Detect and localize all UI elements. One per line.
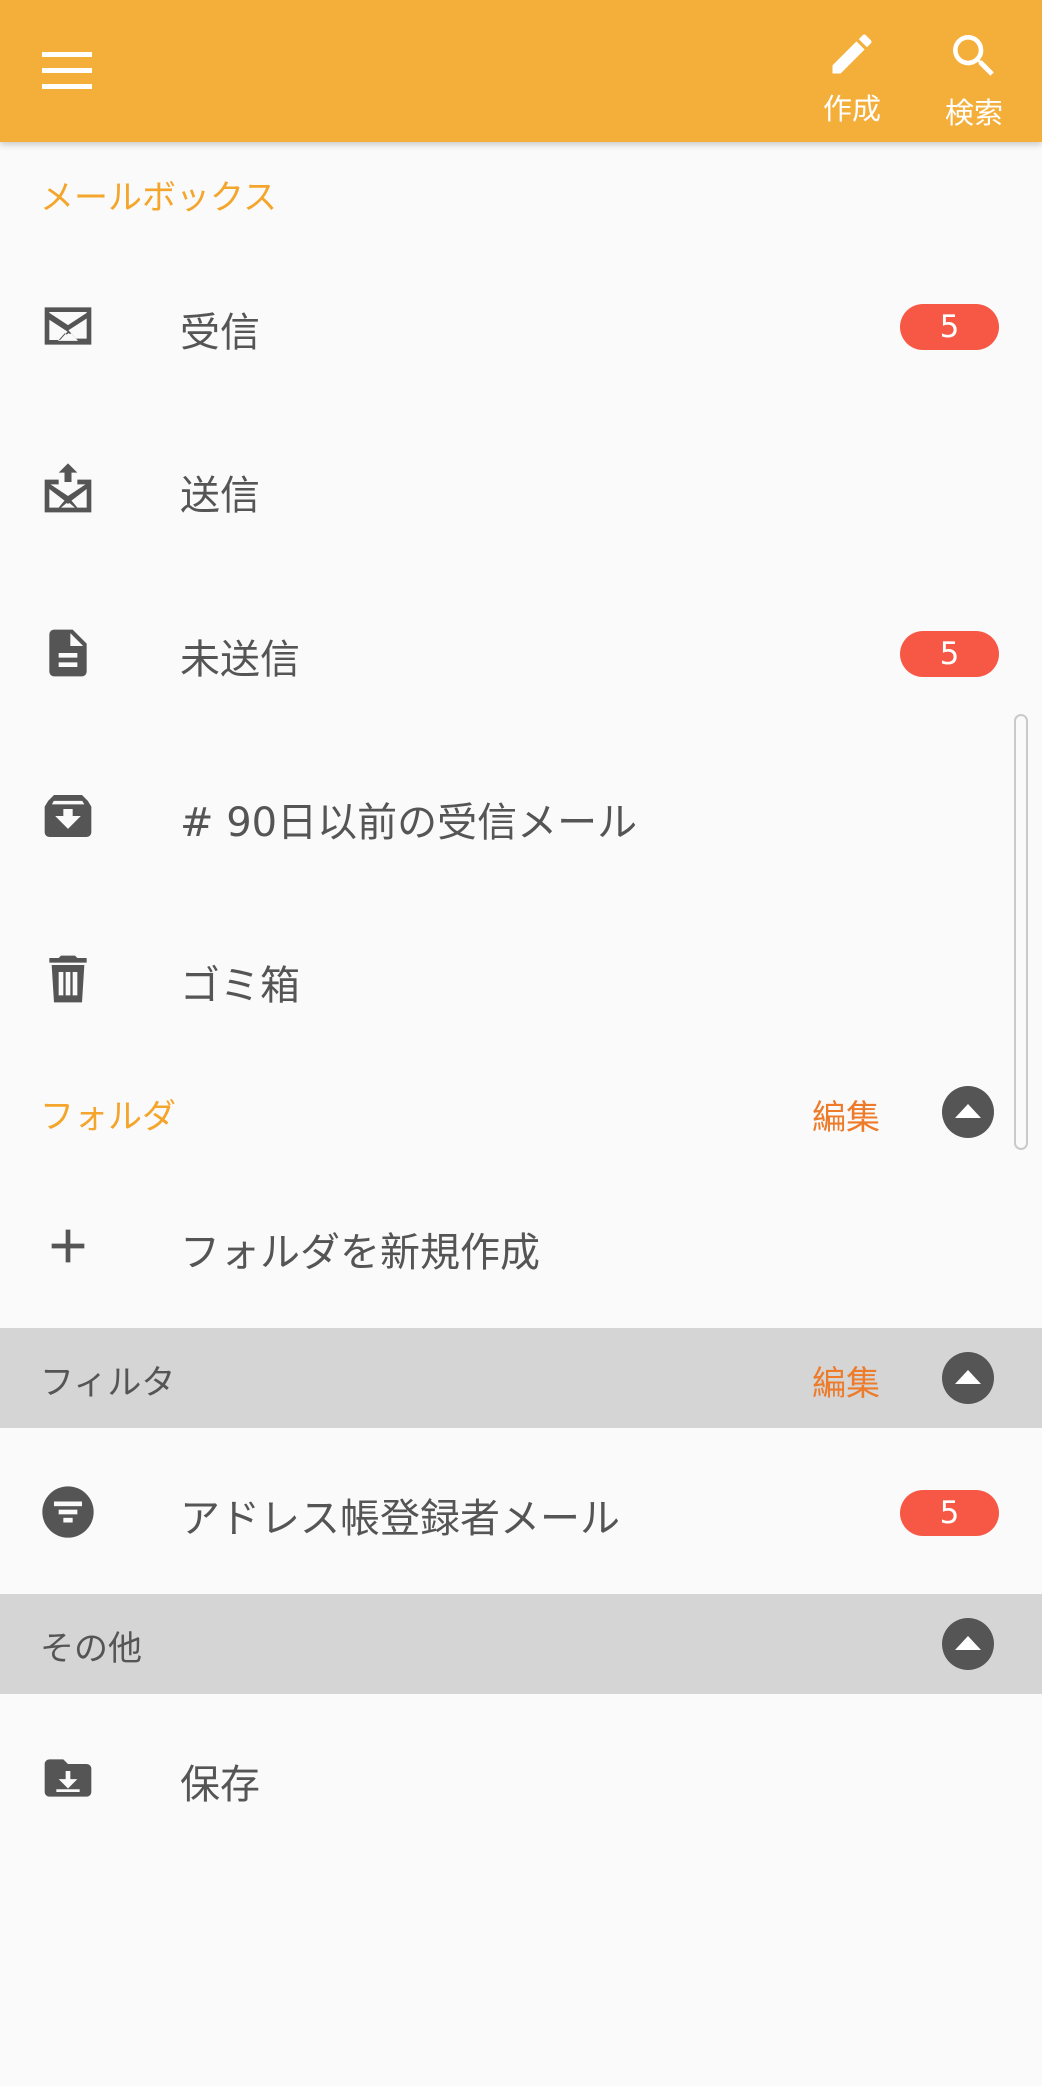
save-download-icon xyxy=(44,1759,92,1797)
scrollbar[interactable] xyxy=(1014,714,1028,1150)
folder-section-header: フォルダ 編集 xyxy=(0,1062,1042,1162)
filter-section-header: フィルタ 編集 xyxy=(0,1328,1042,1428)
mailbox-item-label: 受信 xyxy=(180,310,260,356)
unsent-count-badge: 5 xyxy=(900,631,999,677)
search-label: 検索 xyxy=(944,96,1003,130)
mailbox-item-label: 未送信 xyxy=(180,637,300,683)
filter-item-label: アドレス帳登録者メール xyxy=(180,1496,620,1542)
trash-icon xyxy=(49,955,87,1003)
pencil-icon xyxy=(832,34,872,74)
mailbox-item-unsent[interactable]: 未送信 5 xyxy=(0,572,1042,735)
app-bar: 作成 検索 xyxy=(0,0,1042,142)
mail-upload-icon xyxy=(44,463,92,513)
document-icon xyxy=(49,629,87,677)
collapse-up-icon[interactable] xyxy=(942,1618,994,1670)
other-section-title: その他 xyxy=(40,1629,142,1669)
other-item-label: 保存 xyxy=(180,1762,260,1808)
collapse-up-icon[interactable] xyxy=(942,1352,994,1404)
mailbox-item-label: 送信 xyxy=(180,473,260,519)
unread-count-badge: 5 xyxy=(900,304,999,350)
mailbox-item-sent[interactable]: 送信 xyxy=(0,408,1042,571)
filter-item-addressbook[interactable]: アドレス帳登録者メール 5 xyxy=(0,1431,1042,1594)
mailbox-item-archive[interactable]: # 90日以前の受信メール xyxy=(0,735,1042,898)
folder-section-title: フォルダ xyxy=(40,1097,176,1137)
mail-envelope-icon xyxy=(44,307,92,345)
search-button[interactable]: 検索 xyxy=(919,24,1029,136)
compose-button[interactable]: 作成 xyxy=(797,24,907,136)
menu-button[interactable] xyxy=(28,36,108,106)
compose-label: 作成 xyxy=(822,92,881,126)
other-section-header: その他 xyxy=(0,1594,1042,1694)
mailbox-item-trash[interactable]: ゴミ箱 xyxy=(0,898,1042,1061)
other-item-save[interactable]: 保存 xyxy=(0,1697,1042,1860)
folder-item-new[interactable]: フォルダを新規作成 xyxy=(0,1165,1042,1328)
mailbox-item-inbox[interactable]: 受信 5 xyxy=(0,245,1042,408)
plus-icon xyxy=(51,1229,85,1263)
folder-item-label: フォルダを新規作成 xyxy=(180,1230,540,1276)
mailbox-item-label: ゴミ箱 xyxy=(180,963,300,1009)
filter-section-title: フィルタ xyxy=(40,1363,176,1403)
mailbox-item-label: # 90日以前の受信メール xyxy=(180,800,638,846)
search-icon xyxy=(953,35,994,76)
collapse-up-icon[interactable] xyxy=(942,1086,994,1138)
filter-edit-button[interactable]: 編集 xyxy=(812,1356,880,1405)
mailbox-section-title: メールボックス xyxy=(40,178,277,218)
filter-icon xyxy=(42,1486,94,1538)
archive-tray-icon xyxy=(44,795,92,837)
folder-edit-button[interactable]: 編集 xyxy=(812,1090,880,1139)
filter-count-badge: 5 xyxy=(900,1490,999,1536)
hamburger-menu-icon xyxy=(42,52,92,89)
